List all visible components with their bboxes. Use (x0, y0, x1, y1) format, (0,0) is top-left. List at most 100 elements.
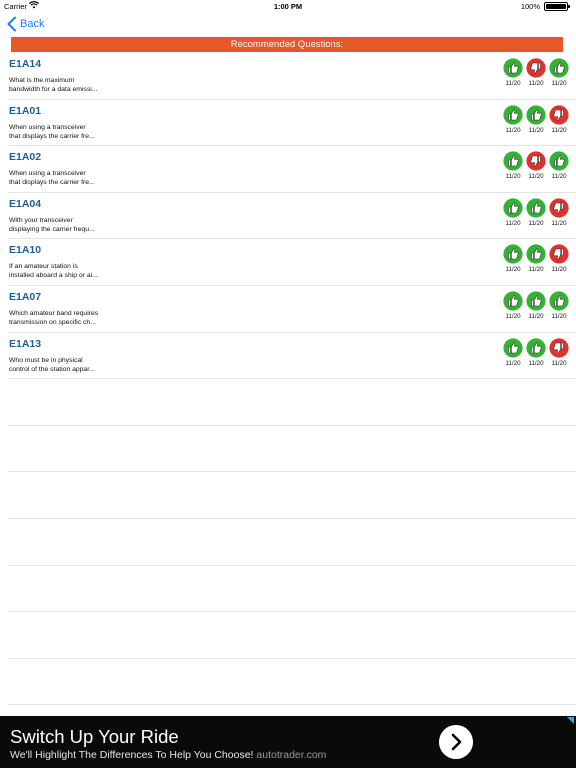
back-label: Back (20, 18, 45, 30)
thumbs-down-icon[interactable] (526, 58, 546, 78)
answer-count: 11/20 (505, 126, 521, 134)
answer-result: 11/20 (502, 244, 524, 273)
question-preview-line: displaying the carrier frequ... (9, 225, 95, 233)
thumbs-up-icon[interactable] (526, 198, 546, 218)
question-row[interactable]: E1A02 When using a transceiver that displa… (8, 146, 576, 193)
question-preview: With your transceiver displaying the carr… (9, 216, 119, 234)
question-code: E1A10 (9, 244, 42, 257)
answer-count: 11/20 (505, 266, 521, 274)
question-code: E1A13 (9, 337, 42, 350)
question-row[interactable]: E1A04 With your transceiver displaying the… (8, 193, 576, 240)
answer-result: 11/20 (525, 198, 547, 227)
back-button[interactable]: Back (6, 15, 44, 33)
answer-result: 11/20 (548, 337, 570, 367)
answer-result: 11/20 (548, 198, 570, 227)
answer-count: 11/20 (551, 173, 567, 181)
empty-row (8, 566, 576, 613)
question-preview-line: control of the station appar... (9, 365, 95, 373)
answer-count: 11/20 (505, 312, 521, 320)
section-header: Recommended Questions: (11, 37, 563, 52)
answer-count: 11/20 (528, 312, 544, 320)
thumbs-up-icon[interactable] (503, 291, 523, 311)
question-row[interactable]: E1A14 What is the maximum bandwidth for a … (8, 53, 576, 100)
question-row[interactable]: E1A10 If an amateur station is installed a… (8, 239, 576, 286)
answer-result: 11/20 (502, 291, 524, 320)
answer-count: 11/20 (505, 359, 521, 367)
question-preview-line: What is the maximum (9, 77, 75, 84)
answer-history: 11/20 11/20 11/20 (501, 244, 570, 273)
answer-result: 11/20 (548, 58, 570, 87)
clock: 1:00 PM (273, 2, 303, 11)
question-preview-line: When using a transceiver (9, 123, 86, 131)
question-preview-line: Who must be in physical (9, 356, 83, 364)
thumbs-up-icon[interactable] (503, 198, 523, 218)
question-preview: When using a transceiver that displays th… (9, 123, 119, 141)
answer-count: 11/20 (528, 219, 544, 227)
thumbs-up-icon[interactable] (526, 104, 546, 125)
thumbs-down-icon[interactable] (549, 244, 569, 264)
answer-result: 11/20 (548, 151, 570, 180)
ad-headline: Switch Up Your Ride (10, 726, 179, 747)
answer-count: 11/20 (551, 266, 567, 274)
thumbs-up-icon[interactable] (526, 291, 546, 311)
answer-history: 11/20 11/20 11/20 (501, 151, 570, 180)
answer-history: 11/20 11/20 11/20 (501, 291, 570, 320)
thumbs-up-icon[interactable] (503, 104, 523, 125)
thumbs-down-icon[interactable] (549, 104, 569, 125)
question-preview-line: When using a transceiver (9, 170, 86, 178)
question-preview: If an amateur station is installed aboard… (9, 262, 119, 280)
answer-result: 11/20 (548, 291, 570, 320)
ad-subtext-text: We'll Highlight The Differences To Help … (10, 749, 254, 761)
thumbs-down-icon[interactable] (526, 151, 546, 171)
thumbs-up-icon[interactable] (549, 291, 569, 311)
answer-history: 11/20 11/20 11/20 (501, 198, 570, 227)
question-preview-line: Which amateur band requires (9, 309, 99, 317)
thumbs-up-icon[interactable] (503, 337, 523, 358)
question-preview: What is the maximum bandwidth for a data … (9, 76, 119, 94)
answer-result: 11/20 (525, 244, 547, 273)
answer-count: 11/20 (528, 359, 544, 367)
thumbs-down-icon[interactable] (549, 337, 569, 358)
thumbs-up-icon[interactable] (526, 337, 546, 358)
answer-result: 11/20 (502, 337, 524, 367)
answer-count: 11/20 (528, 126, 544, 134)
answer-result: 11/20 (525, 151, 547, 180)
answer-count: 11/20 (528, 266, 544, 274)
answer-result: 11/20 (502, 58, 524, 87)
answer-count: 11/20 (505, 80, 521, 87)
thumbs-up-icon[interactable] (503, 58, 523, 78)
question-list: E1A14 What is the maximum bandwidth for a … (0, 53, 576, 706)
answer-count: 11/20 (551, 312, 567, 320)
answer-result: 11/20 (525, 58, 547, 87)
ad-banner[interactable]: Switch Up Your Ride We'll Highlight The … (0, 716, 576, 768)
answer-count: 11/20 (528, 80, 544, 87)
question-row[interactable]: E1A07 Which amateur band requires transmis… (8, 286, 576, 333)
battery-icon (544, 2, 570, 11)
answer-result: 11/20 (525, 104, 547, 134)
answer-result: 11/20 (502, 198, 524, 227)
chevron-right-icon[interactable] (439, 725, 473, 759)
question-preview-line: transmission on specific ch... (9, 318, 96, 326)
question-row[interactable]: E1A01 When using a transceiver that displa… (8, 100, 576, 147)
answer-count: 11/20 (551, 359, 567, 367)
question-row[interactable]: E1A13 Who must be in physical control of t… (8, 333, 576, 380)
thumbs-up-icon[interactable] (503, 244, 523, 264)
answer-result: 11/20 (525, 337, 547, 367)
thumbs-up-icon[interactable] (526, 244, 546, 264)
ad-choices-icon[interactable] (567, 717, 574, 724)
ad-subtext: We'll Highlight The Differences To Help … (10, 749, 326, 761)
thumbs-up-icon[interactable] (549, 58, 569, 78)
thumbs-up-icon[interactable] (503, 151, 523, 171)
answer-count: 11/20 (551, 80, 567, 87)
question-preview-line: With your transceiver (9, 216, 73, 224)
answer-result: 11/20 (502, 104, 524, 134)
answer-result: 11/20 (548, 244, 570, 273)
thumbs-up-icon[interactable] (549, 151, 569, 171)
question-preview: When using a transceiver that displays th… (9, 169, 119, 187)
question-preview-line: installed aboard a ship or ai... (9, 272, 98, 280)
thumbs-down-icon[interactable] (549, 198, 569, 218)
answer-count: 11/20 (528, 173, 544, 181)
answer-history: 11/20 11/20 11/20 (501, 58, 570, 87)
question-code: E1A04 (9, 197, 42, 210)
answer-result: 11/20 (548, 104, 570, 134)
